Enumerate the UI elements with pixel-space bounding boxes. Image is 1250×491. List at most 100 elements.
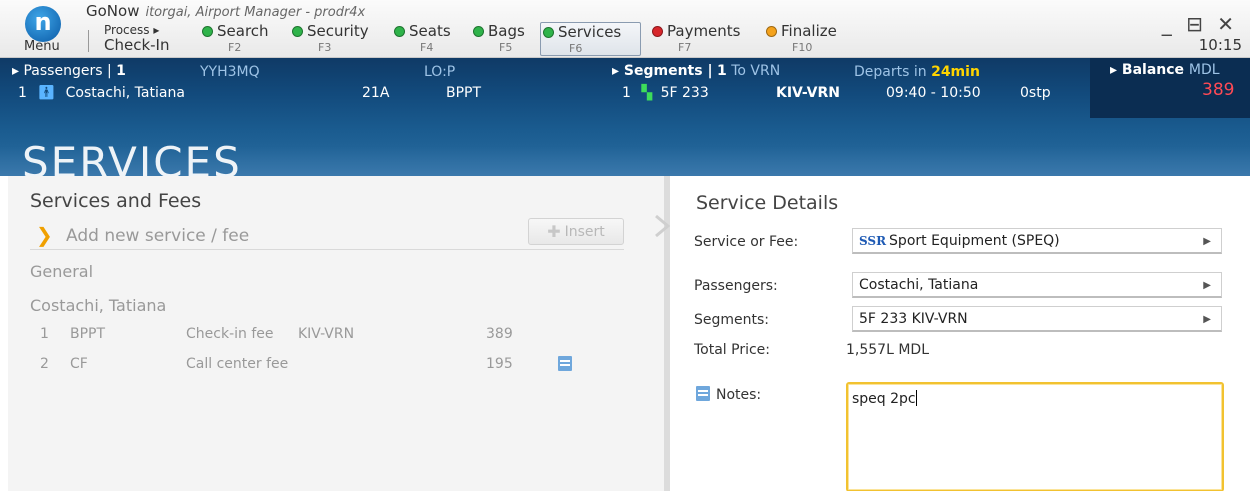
tab-label: Security: [307, 22, 369, 40]
fee-desc: Call center fee: [186, 356, 289, 372]
tab-payments[interactable]: Payments F7: [652, 22, 740, 56]
person-icon: 🚹︎: [37, 85, 56, 101]
passengers-label: ▸ Passengers |: [12, 63, 112, 79]
tab-finalize[interactable]: Finalize F10: [766, 22, 837, 56]
booking-info-band: ▸ Passengers | 1 YYH3MQ LO:P 1 🚹︎ Costac…: [0, 58, 1250, 187]
notes-value: speq 2pc: [852, 391, 916, 407]
checkin-process-label[interactable]: Check-In: [104, 36, 170, 54]
fee-amount: 389: [486, 326, 513, 342]
service-fee-label: Service or Fee:: [694, 234, 799, 250]
balance-currency: MDL: [1188, 62, 1220, 78]
app-logo-icon[interactable]: n: [25, 6, 61, 42]
notes-icon[interactable]: [558, 356, 572, 371]
group-general[interactable]: General: [30, 262, 93, 281]
pnr-code: YYH3MQ: [200, 64, 260, 80]
segments-label: Segments:: [694, 312, 770, 328]
tab-label: Bags: [488, 22, 525, 40]
checked-in-icon: ▚: [641, 85, 653, 101]
notes-textarea[interactable]: speq 2pc: [846, 382, 1224, 491]
segments-count: 1: [717, 63, 727, 79]
notes-icon: [696, 386, 710, 401]
passengers-value: Costachi, Tatiana: [859, 277, 979, 293]
fee-row[interactable]: 2 CF Call center fee 195: [30, 356, 610, 380]
balance-label: ▸ Balance: [1110, 62, 1185, 78]
departs-prefix: Departs in: [854, 64, 927, 80]
tab-security[interactable]: Security F3: [292, 22, 369, 56]
tab-label: Search: [217, 22, 269, 40]
status-dot-icon: [543, 26, 554, 38]
window-controls[interactable]: _ ⊟ ✕: [1162, 12, 1238, 36]
passengers-label: Passengers:: [694, 278, 778, 294]
pax-name: Costachi, Tatiana: [65, 85, 185, 101]
passengers-count: 1: [116, 63, 126, 79]
shortcut-key: F5: [499, 41, 513, 54]
departs-value: 24min: [931, 64, 980, 80]
pax-seat: 21A: [362, 85, 390, 101]
fee-amount: 195: [486, 356, 513, 372]
lo-label: LO:P: [424, 64, 456, 80]
pax-fee-code: BPPT: [446, 85, 482, 101]
segments-label: ▸ Segments |: [612, 63, 713, 79]
status-dot-icon: [394, 25, 405, 37]
dropdown-arrow-icon: ▶: [1203, 236, 1211, 247]
fee-num: 1: [40, 326, 49, 342]
ssr-tag-icon: SSR: [859, 234, 887, 248]
dropdown-arrow-icon: ▶: [1203, 280, 1211, 291]
fee-row[interactable]: 1 BPPT Check-in fee KIV-VRN 389: [30, 326, 610, 350]
service-fee-value: Sport Equipment (SPEQ): [889, 233, 1060, 249]
tab-seats[interactable]: Seats F4: [394, 22, 451, 56]
status-dot-icon: [292, 25, 303, 37]
status-dot-icon: [473, 25, 484, 37]
service-fee-select[interactable]: SSR Sport Equipment (SPEQ) ▶: [852, 228, 1222, 254]
tab-bags[interactable]: Bags F5: [473, 22, 525, 56]
plus-icon: ✚: [547, 222, 561, 241]
status-dot-icon: [766, 25, 777, 37]
tab-services[interactable]: Services F6: [540, 22, 641, 56]
shortcut-key: F10: [792, 41, 813, 54]
services-fees-header: Services and Fees: [30, 190, 202, 212]
notes-label: Notes:: [716, 387, 762, 403]
tab-label: Finalize: [781, 22, 837, 40]
tab-search[interactable]: Search F2: [202, 22, 269, 56]
status-dot-icon: [202, 25, 213, 37]
service-details-header: Service Details: [696, 192, 839, 214]
passengers-header[interactable]: ▸ Passengers | 1: [12, 63, 126, 79]
menu-label[interactable]: Menu: [24, 39, 60, 54]
route: KIV-VRN: [776, 85, 840, 101]
services-fees-panel: Services and Fees ❯ Add new service / fe…: [8, 176, 664, 491]
app-menu-button[interactable]: n: [20, 6, 66, 42]
segments-header[interactable]: ▸ Segments | 1 To VRN: [612, 63, 780, 79]
fee-code: BPPT: [70, 326, 106, 342]
insert-label: Insert: [564, 223, 605, 240]
shortcut-key: F2: [228, 41, 242, 54]
dropdown-arrow-icon: ▶: [1203, 314, 1211, 325]
text-caret: [915, 390, 917, 406]
flight-number: 5F 233: [660, 85, 709, 101]
balance-amount: 389: [1202, 80, 1235, 100]
fee-route: KIV-VRN: [298, 326, 355, 342]
segments-value: 5F 233 KIV-VRN: [859, 311, 968, 327]
total-price-value: 1,557L MDL: [846, 342, 929, 358]
stops: 0stp: [1020, 85, 1051, 101]
group-passenger[interactable]: Costachi, Tatiana: [30, 296, 166, 315]
pax-row[interactable]: 1 🚹︎ Costachi, Tatiana: [18, 85, 185, 101]
status-dot-icon: [652, 25, 663, 37]
clock: 10:15: [1198, 36, 1242, 54]
passengers-select[interactable]: Costachi, Tatiana ▶: [852, 272, 1222, 298]
shortcut-key: F7: [678, 41, 692, 54]
segments-destination: To VRN: [731, 63, 781, 79]
app-name: GoNow: [86, 2, 140, 20]
pax-index: 1: [18, 85, 27, 101]
add-service-placeholder: Add new service / fee: [66, 226, 250, 246]
segments-select[interactable]: 5F 233 KIV-VRN ▶: [852, 306, 1222, 332]
fee-num: 2: [40, 356, 49, 372]
top-toolbar: n Menu GoNow itorgai, Airport Manager - p…: [0, 0, 1250, 58]
shortcut-key: F3: [318, 41, 332, 54]
process-menu[interactable]: Process ▸: [104, 23, 159, 37]
insert-button[interactable]: ✚ Insert: [528, 218, 624, 245]
notes-label-group: Notes:: [696, 386, 761, 403]
service-details-panel: Service Details Service or Fee: SSR Sport…: [670, 176, 1250, 491]
balance-header[interactable]: ▸ Balance MDL: [1110, 62, 1220, 78]
segment-row[interactable]: 1 ▚ 5F 233: [622, 85, 709, 101]
tab-label: Payments: [667, 22, 741, 40]
